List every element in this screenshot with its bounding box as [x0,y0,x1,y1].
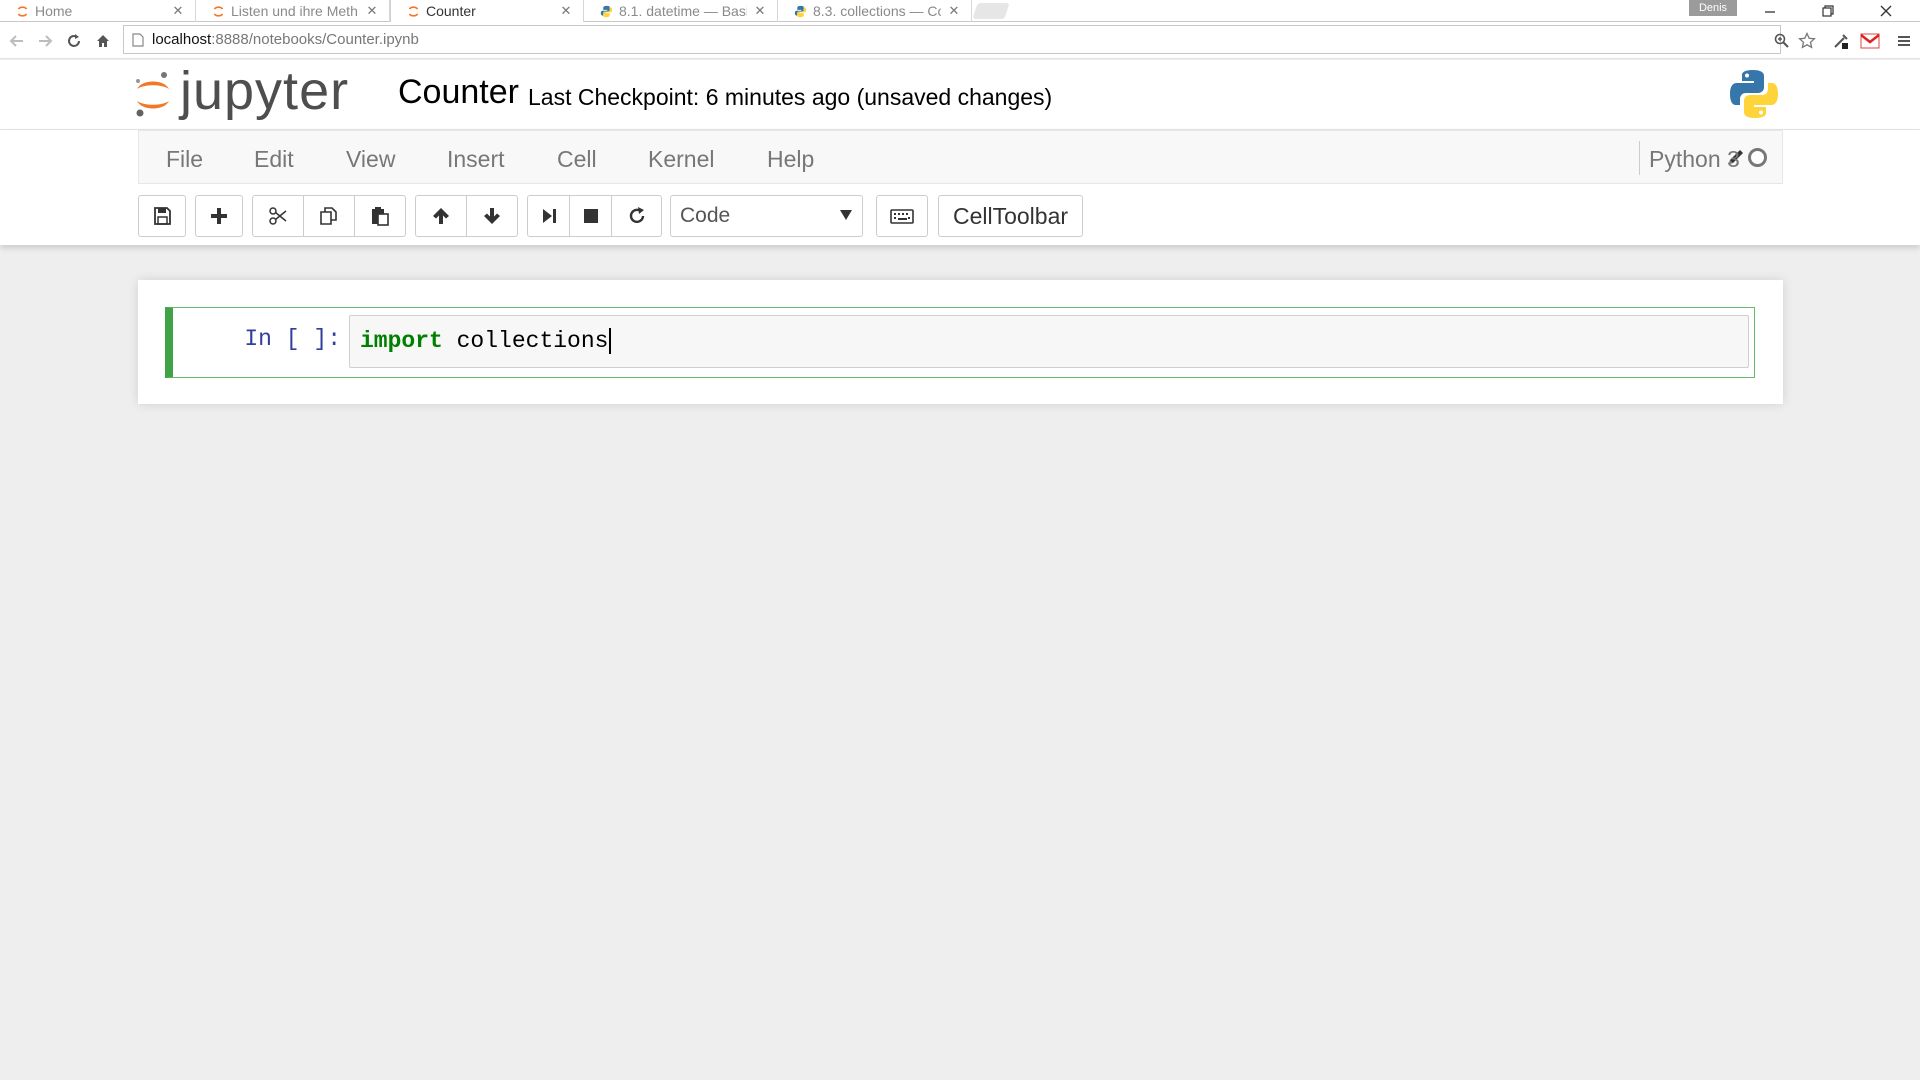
kernel-name[interactable]: Python 3 [1649,146,1740,173]
divider [1639,141,1640,175]
tab-title: 8.3. collections — Co [813,3,941,19]
jupyter-logo[interactable]: jupyter [134,61,349,126]
cell-type-value: Code [680,204,731,227]
notebook-name[interactable]: Counter [398,73,519,112]
toolbar: Code CellToolbar [138,195,1783,237]
code-editor[interactable]: import collections [349,315,1749,368]
copy-icon [320,207,337,225]
refresh-icon [629,207,644,224]
notebook-header: jupyter Counter Last Checkpoint: 6 minut… [0,60,1920,130]
celltoolbar-button[interactable]: CellToolbar [938,195,1083,237]
code-text: collections [442,328,609,355]
tab-title: 8.1. datetime — Basi [619,3,747,19]
browser-tab-collections[interactable]: 8.3. collections — Co ✕ [778,0,972,22]
python-favicon-icon [794,5,807,17]
menu-insert[interactable]: Insert [447,146,505,173]
notebook-header-bars: File Edit View Insert Cell Kernel Help P… [0,130,1920,245]
url-host: localhost [152,31,212,48]
python-favicon-icon [600,5,613,17]
tab-title: Counter [426,3,476,19]
run-cell-button[interactable] [527,195,570,237]
page-icon [132,32,144,47]
copy-button[interactable] [303,195,355,237]
reload-icon[interactable] [63,30,85,52]
menubar: File Edit View Insert Cell Kernel Help P… [138,130,1783,184]
input-prompt: In [ ]: [244,326,341,352]
move-cell-up-button[interactable] [415,195,467,237]
close-icon[interactable]: ✕ [753,3,767,19]
jupyter-favicon-icon [213,5,224,17]
chevron-down-icon [840,210,852,220]
step-forward-icon [542,209,556,223]
minimize-icon[interactable] [1742,0,1798,22]
star-bookmark-icon[interactable] [1796,30,1818,52]
profile-badge[interactable]: Denis [1689,0,1737,16]
home-icon[interactable] [92,30,114,52]
browser-tab-listen[interactable]: Listen und ihre Meth ✕ [196,0,390,22]
back-arrow-icon[interactable] [6,30,28,52]
address-bar: localhost:8888/notebooks/Counter.ipynb [0,22,1920,59]
tab-title: Home [35,3,73,19]
browser-tab-datetime[interactable]: 8.1. datetime — Basi ✕ [584,0,778,22]
close-window-icon[interactable] [1858,0,1914,22]
restore-icon[interactable] [1800,0,1856,22]
menu-cell[interactable]: Cell [557,146,597,173]
close-icon[interactable]: ✕ [947,3,961,19]
close-icon[interactable]: ✕ [365,3,379,19]
plus-icon [211,208,227,224]
jupyter-favicon-icon [408,5,419,17]
text-cursor [609,328,612,354]
arrow-down-icon [484,208,500,224]
tab-title: Listen und ihre Meth [231,3,358,19]
code-keyword: import [360,328,443,355]
zoom-icon[interactable] [1774,30,1790,52]
url-path: :8888/notebooks/Counter.ipynb [211,31,419,48]
menu-view[interactable]: View [346,146,395,173]
close-icon[interactable]: ✕ [171,3,185,19]
interrupt-kernel-button[interactable] [569,195,612,237]
scissors-icon [269,207,287,225]
jupyter-logo-icon [136,72,169,117]
stop-icon [583,209,598,223]
menu-edit[interactable]: Edit [254,146,294,173]
gmail-icon[interactable] [1859,30,1881,52]
browser-tab-home[interactable]: Home ✕ [0,0,196,22]
jupyter-favicon-icon [17,5,28,17]
paste-button[interactable] [354,195,406,237]
extension-icon[interactable] [1830,30,1852,52]
browser-tab-strip: Home ✕ Listen und ihre Meth ✕ Counter ✕ … [0,0,1920,22]
code-cell[interactable]: In [ ]: import collections [165,307,1755,378]
arrow-up-icon [433,208,449,224]
new-tab-button[interactable] [972,3,1010,19]
notebook-container: In [ ]: import collections [138,280,1783,404]
cell-type-select[interactable]: Code [670,195,863,237]
browser-tab-counter[interactable]: Counter ✕ [390,0,584,22]
paste-icon [372,207,389,226]
save-button[interactable] [138,195,186,237]
cut-button[interactable] [252,195,304,237]
floppy-disk-icon [154,207,171,225]
keyboard-icon [890,209,914,224]
kernel-idle-indicator-icon [1748,148,1767,167]
restart-kernel-button[interactable] [611,195,662,237]
jupyter-logo-text: jupyter [180,61,350,121]
close-icon[interactable]: ✕ [559,3,573,19]
menu-help[interactable]: Help [767,146,814,173]
python-logo-icon [1730,70,1778,118]
move-cell-down-button[interactable] [466,195,518,237]
command-palette-button[interactable] [876,195,928,237]
menu-file[interactable]: File [166,146,203,173]
browser-menu-icon[interactable] [1893,30,1915,52]
insert-cell-button[interactable] [195,195,243,237]
url-field[interactable]: localhost:8888/notebooks/Counter.ipynb [123,25,1781,54]
forward-arrow-icon[interactable] [34,30,56,52]
menu-kernel[interactable]: Kernel [648,146,714,173]
checkpoint-status: Last Checkpoint: 6 minutes ago (unsaved … [528,84,1053,110]
